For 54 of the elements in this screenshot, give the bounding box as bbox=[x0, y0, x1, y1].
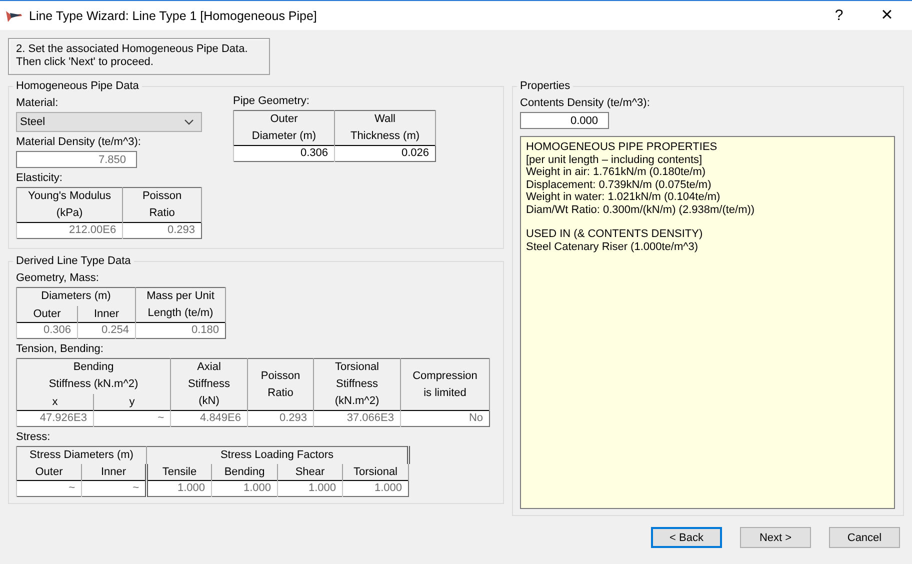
table-cell[interactable]: 0.293 bbox=[122, 222, 202, 238]
table-cell[interactable]: No bbox=[400, 410, 490, 426]
column-header: Stress Loading Factors bbox=[146, 446, 408, 464]
table-cell[interactable]: 0.306 bbox=[16, 322, 78, 338]
column-header: Stress Diameters (m) bbox=[16, 446, 146, 464]
text-line: USED IN (& CONTENTS DENSITY) bbox=[526, 228, 704, 240]
close-button[interactable]: × bbox=[862, 1, 912, 30]
table-cell[interactable]: 0.180 bbox=[136, 322, 226, 338]
table-cell[interactable]: 37.066E3 bbox=[314, 410, 400, 426]
text-line: [per unit length – including contents] bbox=[526, 154, 704, 166]
text-line: Steel Catenary Riser (1.000te/m^3) bbox=[526, 240, 700, 253]
wizard-button[interactable]: Cancel bbox=[829, 527, 900, 548]
text-line: Weight in air: 1.761kN/m (0.180te/m) bbox=[526, 166, 707, 178]
instruction-panel: 2. Set the associated Homogeneous Pipe Data. Then click 'Next' to proceed. bbox=[8, 38, 270, 75]
wizard-button[interactable]: Next > bbox=[740, 527, 811, 548]
app-icon bbox=[5, 8, 23, 22]
table-cell[interactable]: ~ bbox=[16, 480, 82, 496]
field-label: Elasticity: bbox=[16, 171, 64, 185]
column-header: Bending Stiffness (kN.m^2) bbox=[16, 358, 170, 394]
material-dropdown[interactable]: Steel bbox=[16, 112, 202, 132]
section-label: Tension, Bending: bbox=[16, 342, 104, 356]
table-cell[interactable]: 1.000 bbox=[278, 480, 342, 496]
table-cell[interactable]: 4.849E6 bbox=[170, 410, 248, 426]
field-label: Pipe Geometry: bbox=[233, 94, 310, 108]
table-cell[interactable]: 212.00E6 bbox=[16, 222, 123, 238]
text-line: Diam/Wt Ratio: 0.300m/(kN/m) (2.938m/(te/m)) bbox=[526, 204, 756, 216]
caret-icon bbox=[184, 119, 194, 125]
text-line: Weight in water: 1.021kN/m (0.104te/m) bbox=[526, 191, 722, 204]
table-cell[interactable]: 0.306 bbox=[234, 146, 334, 162]
field-label: Material Density (te/m^3): bbox=[16, 135, 142, 149]
group-title: Derived Line Type Data bbox=[15, 254, 132, 268]
column-header: Diameters (m) bbox=[16, 288, 136, 306]
text-line: Displacement: 0.739kN/m (0.075te/m) bbox=[526, 178, 712, 191]
table-cell[interactable]: ~ bbox=[94, 410, 170, 426]
table-cell[interactable]: 1.000 bbox=[146, 480, 212, 496]
table-cell[interactable]: 47.926E3 bbox=[16, 410, 94, 426]
field-label: Material: bbox=[16, 96, 60, 110]
group-title: Homogeneous Pipe Data bbox=[15, 79, 140, 93]
wizard-button[interactable]: < Back bbox=[651, 527, 722, 548]
section-label: Stress: bbox=[16, 430, 52, 444]
contents-density-field[interactable]: 0.000 bbox=[520, 112, 609, 129]
table-cell[interactable]: 0.254 bbox=[78, 322, 136, 338]
table-cell[interactable]: 1.000 bbox=[212, 480, 278, 496]
table-cell[interactable]: 0.293 bbox=[248, 410, 314, 426]
window-title: Line Type Wizard: Line Type 1 [Homogeneous Pipe] bbox=[29, 8, 317, 22]
density-field[interactable]: 7.850 bbox=[16, 151, 137, 168]
field-label: Contents Density (te/m^3): bbox=[520, 96, 651, 110]
group-title: Properties bbox=[519, 79, 572, 93]
table-cell[interactable]: 0.026 bbox=[334, 146, 436, 162]
table-cell[interactable]: 1.000 bbox=[342, 480, 408, 496]
text-line: HOMOGENEOUS PIPE PROPERTIES bbox=[526, 141, 718, 154]
table-cell[interactable]: ~ bbox=[82, 480, 146, 496]
help-button[interactable]: ? bbox=[816, 1, 862, 30]
section-label: Geometry, Mass: bbox=[16, 271, 100, 285]
